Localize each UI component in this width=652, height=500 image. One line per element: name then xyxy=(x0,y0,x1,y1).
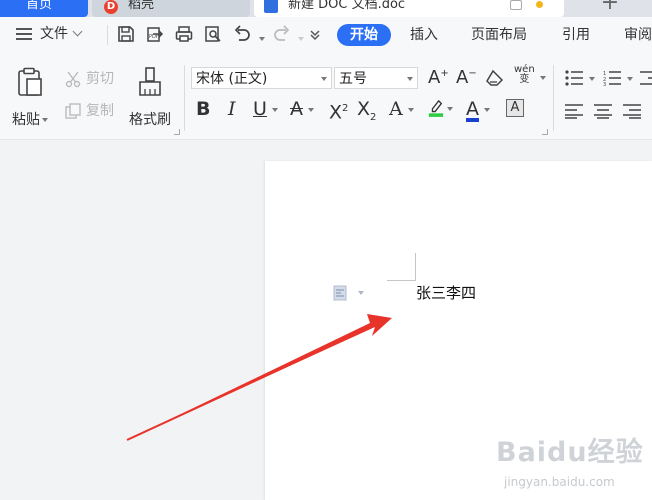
copy-label: 复制 xyxy=(86,103,114,119)
status-dot-icon xyxy=(536,1,543,8)
writer-doc-icon xyxy=(264,0,278,13)
format-painter-button[interactable]: 格式刷 xyxy=(126,67,174,129)
redo-icon[interactable] xyxy=(273,25,291,43)
clear-formatting-icon[interactable] xyxy=(485,69,505,87)
tab-document[interactable]: 新建 DOC 文档.doc xyxy=(254,0,564,17)
font-color-button[interactable]: A xyxy=(466,97,490,122)
file-menu-button[interactable]: 文件 xyxy=(16,23,83,45)
decrease-font-size-button[interactable]: A− xyxy=(456,67,477,88)
docer-logo-icon: D xyxy=(104,0,118,14)
tab-docer-label: 稻壳 xyxy=(128,0,155,12)
new-tab-button[interactable]: + xyxy=(598,0,622,15)
paste-button[interactable]: 粘贴 xyxy=(12,67,48,129)
clipboard-group-launcher[interactable] xyxy=(174,129,180,135)
tab-home[interactable]: 首页 xyxy=(0,0,88,17)
superscript-button[interactable]: X2 xyxy=(329,97,348,123)
text-effect-button[interactable]: A xyxy=(389,97,414,121)
watermark-brand: Baidu经验 xyxy=(496,437,644,468)
align-left-icon[interactable] xyxy=(565,103,583,119)
align-center-icon[interactable] xyxy=(594,103,612,119)
underline-button[interactable]: U xyxy=(253,97,278,121)
decrease-indent-icon[interactable] xyxy=(640,70,652,86)
redo-dropdown-caret[interactable] xyxy=(298,37,304,41)
tab-insert[interactable]: 插入 xyxy=(410,24,438,46)
tab-home-ribbon[interactable]: 开始 xyxy=(337,24,391,46)
caret-down-icon xyxy=(321,77,327,81)
italic-button[interactable]: I xyxy=(228,97,236,121)
phonetic-dropdown-caret[interactable] xyxy=(540,76,546,80)
svg-text:3: 3 xyxy=(603,82,606,86)
bullet-list-caret[interactable] xyxy=(589,77,595,81)
highlighter-icon xyxy=(428,99,444,117)
tab-docer[interactable]: D 稻壳 xyxy=(92,0,250,17)
document-text[interactable]: 张三李四 xyxy=(416,283,476,303)
font-family-value: 宋体 (正文) xyxy=(196,71,268,87)
copy-button[interactable]: 复制 xyxy=(64,101,114,121)
highlight-button[interactable] xyxy=(428,97,453,121)
tab-page-layout[interactable]: 页面布局 xyxy=(471,24,527,46)
baidu-watermark: Baidu经验 jingyan.baidu.com xyxy=(496,430,644,489)
scissors-icon xyxy=(65,71,81,88)
tab-references[interactable]: 引用 xyxy=(562,24,590,46)
caret-down-icon xyxy=(407,77,413,81)
ribbon: 文件 PDF 开始 插入 页面布局 引用 审阅 粘贴 剪切 复制 格式刷 宋体 … xyxy=(0,17,652,140)
paste-icon xyxy=(18,67,42,96)
numbered-list-caret[interactable] xyxy=(627,77,633,81)
hamburger-icon xyxy=(16,25,32,43)
numbered-list-icon[interactable]: 123 xyxy=(603,70,621,88)
bullet-list-icon[interactable] xyxy=(565,70,583,86)
font-color-icon: A xyxy=(466,98,479,122)
undo-icon[interactable] xyxy=(233,25,251,43)
margin-corner-mark xyxy=(387,280,415,281)
watermark-url: jingyan.baidu.com xyxy=(504,475,615,489)
paragraph-layout-icon[interactable] xyxy=(333,285,347,301)
print-preview-icon[interactable] xyxy=(204,25,222,43)
export-icon[interactable]: PDF xyxy=(146,25,164,43)
paste-dropdown-caret[interactable] xyxy=(42,118,48,122)
margin-corner-mark xyxy=(415,253,416,281)
chevron-down-icon xyxy=(72,26,83,37)
print-icon[interactable] xyxy=(175,25,193,43)
svg-text:PDF: PDF xyxy=(149,34,159,40)
divider xyxy=(553,65,554,131)
subscript-button[interactable]: X2 xyxy=(357,97,376,123)
strikethrough-button[interactable]: A xyxy=(290,97,314,121)
character-shading-button[interactable]: A xyxy=(506,99,524,117)
font-group-launcher[interactable] xyxy=(542,129,548,135)
tab-review[interactable]: 审阅 xyxy=(624,24,652,46)
divider xyxy=(184,65,185,131)
save-icon[interactable] xyxy=(117,25,135,43)
copy-icon xyxy=(65,103,81,119)
phonetic-guide-button[interactable]: wén 变 xyxy=(514,65,535,85)
format-painter-icon xyxy=(139,67,161,96)
tab-document-label: 新建 DOC 文档.doc xyxy=(288,0,406,12)
increase-font-size-button[interactable]: A+ xyxy=(428,67,449,88)
format-painter-label: 格式刷 xyxy=(129,112,171,128)
divider xyxy=(107,25,108,45)
font-size-value: 五号 xyxy=(339,71,367,87)
window-mode-icon[interactable] xyxy=(510,0,522,10)
font-family-select[interactable]: 宋体 (正文) xyxy=(191,67,332,89)
align-right-icon[interactable] xyxy=(623,103,641,119)
undo-dropdown-caret[interactable] xyxy=(259,37,265,41)
customize-icon[interactable] xyxy=(306,25,324,43)
cut-label: 剪切 xyxy=(86,71,114,87)
font-size-select[interactable]: 五号 xyxy=(334,67,418,89)
bold-button[interactable]: B xyxy=(196,97,210,121)
file-menu-label: 文件 xyxy=(40,26,68,42)
cut-button[interactable]: 剪切 xyxy=(64,69,114,89)
paragraph-layout-caret[interactable] xyxy=(358,291,364,295)
paste-label: 粘贴 xyxy=(12,112,40,128)
window-tab-bar: 首页 D 稻壳 新建 DOC 文档.doc + xyxy=(0,0,652,17)
